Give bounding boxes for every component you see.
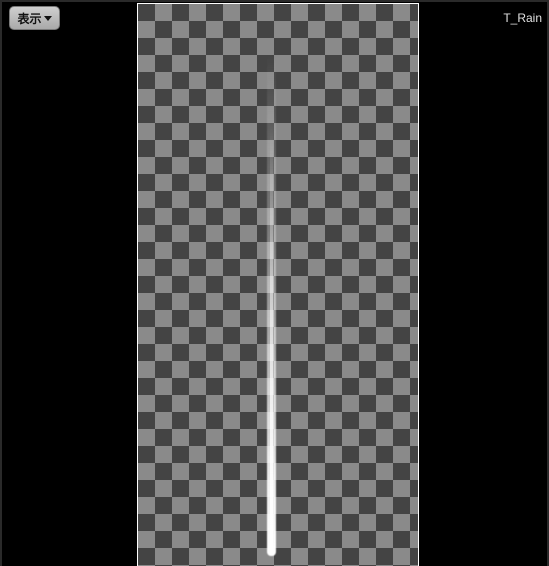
caret-down-icon <box>43 16 52 21</box>
texture-viewport: 表示 T_Rain <box>0 0 549 566</box>
texture-preview[interactable] <box>137 3 419 566</box>
rain-streak-core <box>270 124 273 554</box>
texture-name-label: T_Rain <box>503 11 542 25</box>
view-menu-label: 表示 <box>17 11 42 26</box>
view-menu-button[interactable]: 表示 <box>9 6 60 30</box>
